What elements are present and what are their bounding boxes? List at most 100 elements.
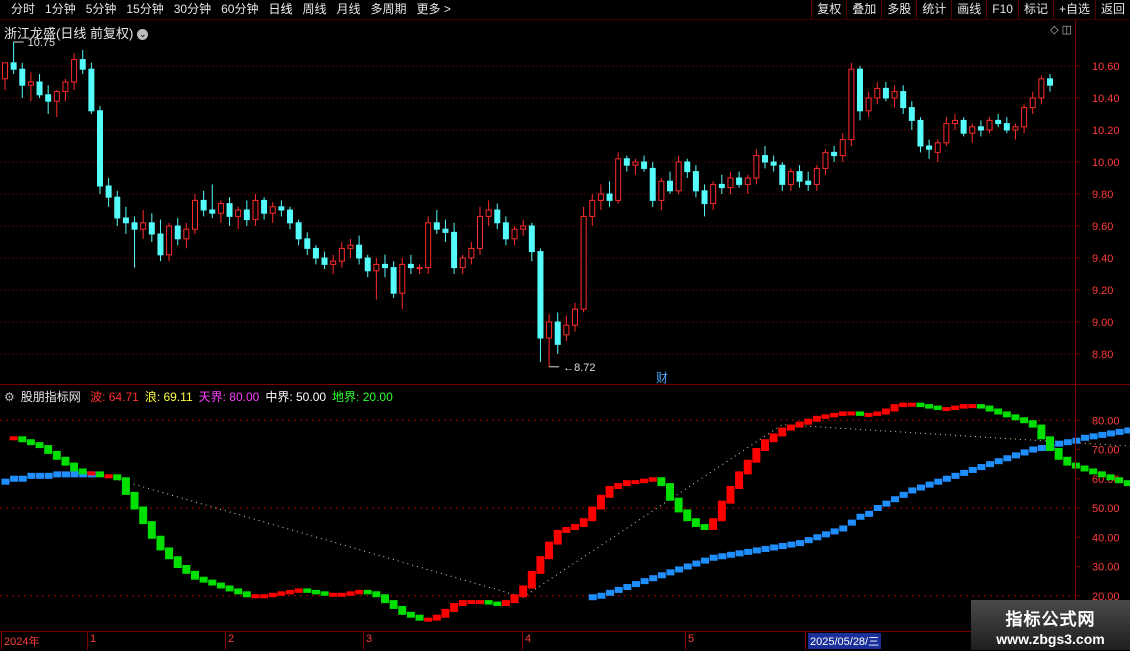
bo-bar [44, 445, 53, 454]
candle-body [2, 62, 8, 80]
candle-body [183, 228, 190, 240]
lang-bar [640, 578, 649, 585]
period-tab-0[interactable]: 分时 [6, 2, 40, 17]
bo-bar [674, 497, 683, 513]
price-chart[interactable]: 10.60 10.40 10.20 10.00 9.80 9.60 9.40 9.20 9.00… [0, 20, 1130, 384]
bo-bar [562, 526, 571, 533]
candle-body [1012, 126, 1019, 131]
toolbar-button-8[interactable]: 返回 [1094, 0, 1130, 19]
candle-body [572, 308, 578, 326]
lang-bar [623, 583, 632, 590]
toolbar-button-1[interactable]: 叠加 [846, 0, 881, 19]
bo-bar [1002, 411, 1011, 418]
price-tick-label: 10.00 [1092, 157, 1120, 169]
bo-bar [856, 411, 864, 416]
lang-bar [614, 586, 623, 593]
bo-bar [942, 407, 951, 412]
candle-body [865, 97, 872, 112]
period-tab-8[interactable]: 月线 [332, 2, 366, 17]
candle-body [762, 155, 768, 163]
bo-bar [925, 404, 934, 409]
bo-bar [9, 436, 18, 441]
bo-bar [329, 592, 338, 597]
candle-body [174, 225, 181, 240]
candle-body [1003, 123, 1010, 131]
bo-bar [87, 471, 96, 476]
bo-bar [951, 405, 959, 411]
lang-bar [588, 594, 597, 601]
period-tab-9[interactable]: 多周期 [366, 2, 412, 17]
period-tab-3[interactable]: 15分钟 [121, 2, 168, 17]
candle-body [19, 68, 26, 86]
lang-bar [787, 541, 796, 548]
bo-bar [113, 474, 122, 481]
toolbar-button-6[interactable]: 标记 [1017, 0, 1053, 19]
indicator-settings-icon[interactable]: ⚙ [4, 390, 15, 404]
toolbar-button-0[interactable]: 复权 [811, 0, 846, 19]
candle-body [407, 263, 414, 269]
lang-bar [61, 471, 70, 478]
lang-bar [606, 589, 615, 596]
bo-bar [493, 601, 502, 607]
bo-bar [622, 480, 631, 487]
bo-bar [346, 591, 355, 596]
date-tick [87, 632, 88, 650]
period-tab-7[interactable]: 周线 [297, 2, 331, 17]
candle-body [468, 247, 475, 259]
candle-body [882, 87, 889, 99]
bo-bar [596, 494, 605, 510]
period-tab-1[interactable]: 1分钟 [40, 2, 81, 17]
bo-bar [847, 411, 856, 416]
lang-bar [796, 540, 805, 547]
candle-body [485, 209, 492, 217]
toolbar-button-2[interactable]: 多股 [881, 0, 916, 19]
indicator-value-3: 中界: 50.00 [265, 390, 327, 404]
candle-body [632, 161, 639, 166]
candle-body [10, 62, 17, 70]
candle-body [528, 225, 535, 253]
candle-body [425, 222, 432, 269]
bo-bar [890, 404, 899, 412]
max-price-label: 10.75 [28, 37, 56, 49]
bo-bar [1106, 474, 1115, 481]
candle-body [926, 145, 933, 150]
right-toolbar: 复权 叠加 多股 统计 画线 F10 标记 +自选 返回 [811, 0, 1130, 19]
bo-bar [830, 412, 839, 418]
indicator-chart[interactable]: 80.0070.0060.0050.0040.0030.0020.00 [0, 385, 1130, 631]
bo-bar [147, 521, 156, 539]
bo-bar [476, 600, 484, 605]
period-tab-6[interactable]: 日线 [263, 2, 297, 17]
period-tab-4[interactable]: 30分钟 [169, 2, 216, 17]
period-tab-10[interactable]: 更多 > [412, 2, 456, 17]
bo-bar [260, 594, 269, 599]
bo-bar [130, 491, 139, 510]
bo-bar [96, 471, 104, 478]
candle-body [977, 126, 984, 131]
bo-bar [78, 468, 87, 475]
bo-bar [1080, 465, 1089, 472]
bo-bar [1054, 448, 1063, 460]
indicator-value-4: 地界: 20.00 [332, 390, 393, 404]
lang-bar [908, 487, 917, 494]
toolbar-button-4[interactable]: 画线 [951, 0, 986, 19]
toolbar-button-7[interactable]: +自选 [1052, 0, 1095, 19]
period-tab-5[interactable]: 60分钟 [216, 2, 263, 17]
candle-body [330, 260, 337, 265]
bo-bar [432, 614, 441, 621]
bo-bar [976, 404, 985, 409]
bo-bar [881, 408, 890, 415]
candle-body [27, 81, 34, 86]
date-tick [225, 632, 226, 650]
candle-body [226, 203, 233, 217]
bo-bar [363, 589, 372, 595]
indicator-value-1: 浪: 69.11 [144, 390, 193, 404]
candle-body [304, 238, 311, 249]
period-tab-2[interactable]: 5分钟 [81, 2, 122, 17]
bo-bar [251, 594, 260, 599]
candle-body [969, 126, 976, 134]
bo-bar [1028, 420, 1037, 428]
candle-body [382, 263, 388, 269]
bo-bar [467, 600, 476, 605]
toolbar-button-5[interactable]: F10 [986, 0, 1018, 19]
toolbar-button-3[interactable]: 统计 [916, 0, 951, 19]
